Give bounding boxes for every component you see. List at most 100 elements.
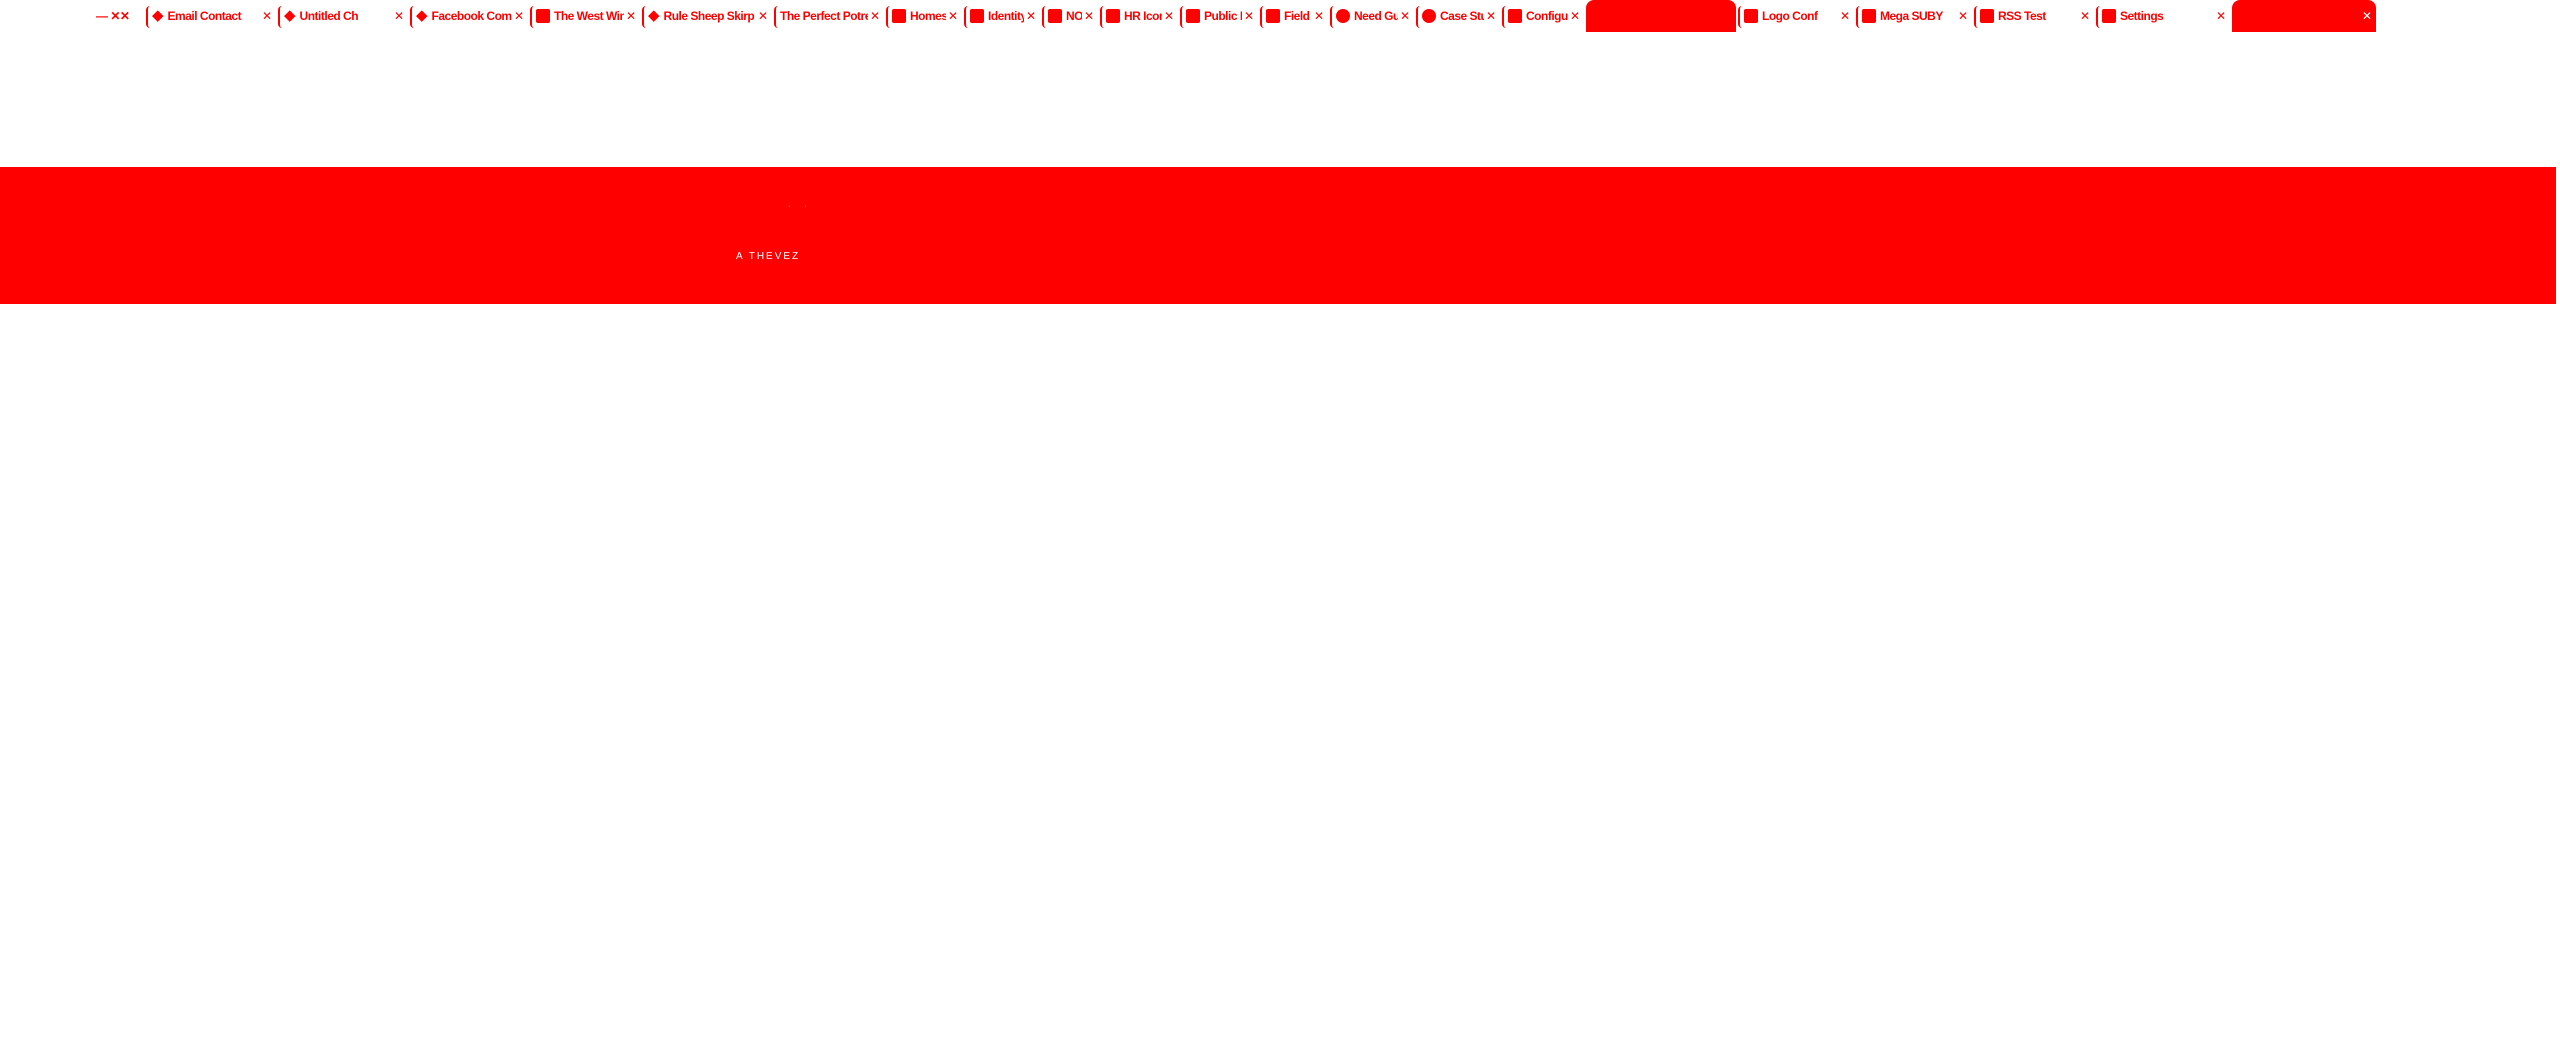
browser-tab[interactable]: NOW✕: [1042, 0, 1098, 32]
close-icon[interactable]: ✕: [870, 9, 880, 23]
tab-title: Logo Conf: [1762, 9, 1818, 23]
globe-icon: [1336, 9, 1350, 23]
tab-title: HR Icon Public: [1124, 9, 1162, 23]
close-icon[interactable]: ✕: [1722, 9, 1732, 23]
close-icon[interactable]: ✕: [2216, 9, 2226, 23]
square-icon: [536, 9, 550, 23]
browser-tab[interactable]: Case Study✕: [1416, 0, 1500, 32]
square-icon: [1508, 9, 1522, 23]
banner-line-1: · ·: [788, 203, 813, 210]
browser-tab[interactable]: Homes Sale✕: [886, 0, 962, 32]
tab-separator: [1586, 6, 1590, 28]
tab-separator: [774, 6, 778, 28]
tab-title: Configure the: [1526, 9, 1568, 23]
tab-separator: [530, 6, 534, 28]
tab-separator: [1974, 6, 1978, 28]
tab-title: NOW: [1066, 9, 1082, 23]
tab-title: Case Study: [1440, 9, 1484, 23]
close-icon[interactable]: ✕: [514, 9, 524, 23]
tab-separator: [1856, 6, 1860, 28]
close-icon[interactable]: ✕: [1958, 9, 1968, 23]
browser-tab[interactable]: Logo Conf ✕: [1738, 0, 1854, 32]
tab-separator: [2232, 6, 2236, 28]
square-icon: [1048, 9, 1062, 23]
close-icon[interactable]: ✕: [2080, 9, 2090, 23]
square-icon: [1106, 9, 1120, 23]
browser-tab[interactable]: Identity Search✕: [964, 0, 1040, 32]
shield-icon: ◆: [648, 7, 660, 24]
close-icon[interactable]: ✕: [948, 9, 958, 23]
shield-icon: ◆: [416, 7, 428, 24]
tab-separator: [964, 6, 968, 28]
square-icon: [970, 9, 984, 23]
browser-tab[interactable]: HR Icon Public✕: [1100, 0, 1178, 32]
browser-tab-strip: — ✕✕ ◆ Email Contact ✕ ◆ Untitled Ch ✕ ◆ Facebo…: [0, 0, 2560, 36]
browser-tab[interactable]: ◆ Rule Sheep Skirp O ✕: [642, 0, 772, 32]
browser-tab[interactable]: Public Hold✕: [1180, 0, 1258, 32]
tab-title: Facebook Com: [431, 9, 512, 23]
close-icon[interactable]: ✕: [1164, 9, 1174, 23]
close-icon[interactable]: ✕: [1840, 9, 1850, 23]
browser-tab[interactable]: ✕: [2232, 0, 2376, 32]
tab-title: Settings: [2120, 9, 2164, 23]
browser-tab[interactable]: The Perfect Potred ✕: [774, 0, 884, 32]
square-icon: [1266, 9, 1280, 23]
tab-title: The West Wing: [554, 9, 624, 23]
shield-icon: ◆: [284, 7, 296, 24]
tab-separator: [1042, 6, 1046, 28]
tab-separator: [146, 6, 150, 28]
tab-separator: [1180, 6, 1184, 28]
page-content-area: [0, 304, 2560, 1040]
banner-line-2: A THEVEZ: [736, 251, 801, 262]
tab-title: Untitled Ch: [299, 9, 359, 23]
close-icon[interactable]: ✕: [262, 9, 272, 23]
close-icon[interactable]: ✕: [1400, 9, 1410, 23]
tab-title: Identity Search: [988, 9, 1024, 23]
tab-separator: [1738, 6, 1742, 28]
tab-title: Mega SUBY: [1880, 9, 1943, 23]
browser-tab[interactable]: Mega SUBY ✕: [1856, 0, 1972, 32]
close-icon[interactable]: ✕: [394, 9, 404, 23]
tab-title: Need Guide: [1354, 9, 1398, 23]
page-banner: · · A THEVEZ: [0, 167, 2556, 304]
close-icon[interactable]: ✕: [1314, 9, 1324, 23]
browser-tab[interactable]: ◆ Facebook Com ✕: [410, 0, 528, 32]
square-icon: [1744, 9, 1758, 23]
browser-tab[interactable]: ✕: [1586, 0, 1736, 32]
close-icon[interactable]: ✕: [1570, 9, 1580, 23]
tab-title: Rule Sheep Skirp O: [663, 9, 756, 23]
shield-icon: ◆: [152, 7, 164, 24]
tab-title: RSS Test: [1998, 9, 2046, 23]
square-icon: [2102, 9, 2116, 23]
browser-tab[interactable]: The West Wing✕: [530, 0, 640, 32]
tab-title: Email Contact: [167, 9, 242, 23]
browser-tab[interactable]: ◆ Untitled Ch ✕: [278, 0, 408, 32]
tab-separator: [1260, 6, 1264, 28]
square-icon: [1862, 9, 1876, 23]
tab-title: Public Hold: [1204, 9, 1242, 23]
tab-separator: [278, 6, 282, 28]
tab-separator: [1100, 6, 1104, 28]
close-icon[interactable]: ✕: [758, 9, 768, 23]
window-controls-label: — ✕✕: [96, 9, 130, 23]
browser-tab[interactable]: RSS Test ✕: [1974, 0, 2094, 32]
tab-title: Homes Sale: [910, 9, 946, 23]
close-icon[interactable]: ✕: [626, 9, 636, 23]
square-icon: [1980, 9, 1994, 23]
tab-title: Field help: [1284, 9, 1312, 23]
browser-tab[interactable]: Field help✕: [1260, 0, 1328, 32]
close-icon[interactable]: ✕: [2362, 9, 2372, 23]
close-icon[interactable]: ✕: [1026, 9, 1036, 23]
browser-tab[interactable]: ◆ Email Contact ✕: [146, 0, 276, 32]
browser-tab[interactable]: Settings ✕: [2096, 0, 2230, 32]
close-icon[interactable]: ✕: [1084, 9, 1094, 23]
browser-tab[interactable]: Need Guide✕: [1330, 0, 1414, 32]
window-controls[interactable]: — ✕✕: [90, 0, 142, 32]
close-icon[interactable]: ✕: [1244, 9, 1254, 23]
globe-icon: [1422, 9, 1436, 23]
tab-separator: [1416, 6, 1420, 28]
close-icon[interactable]: ✕: [1486, 9, 1496, 23]
browser-tab[interactable]: Configure the✕: [1502, 0, 1584, 32]
tab-separator: [410, 6, 414, 28]
tab-separator: [2096, 6, 2100, 28]
